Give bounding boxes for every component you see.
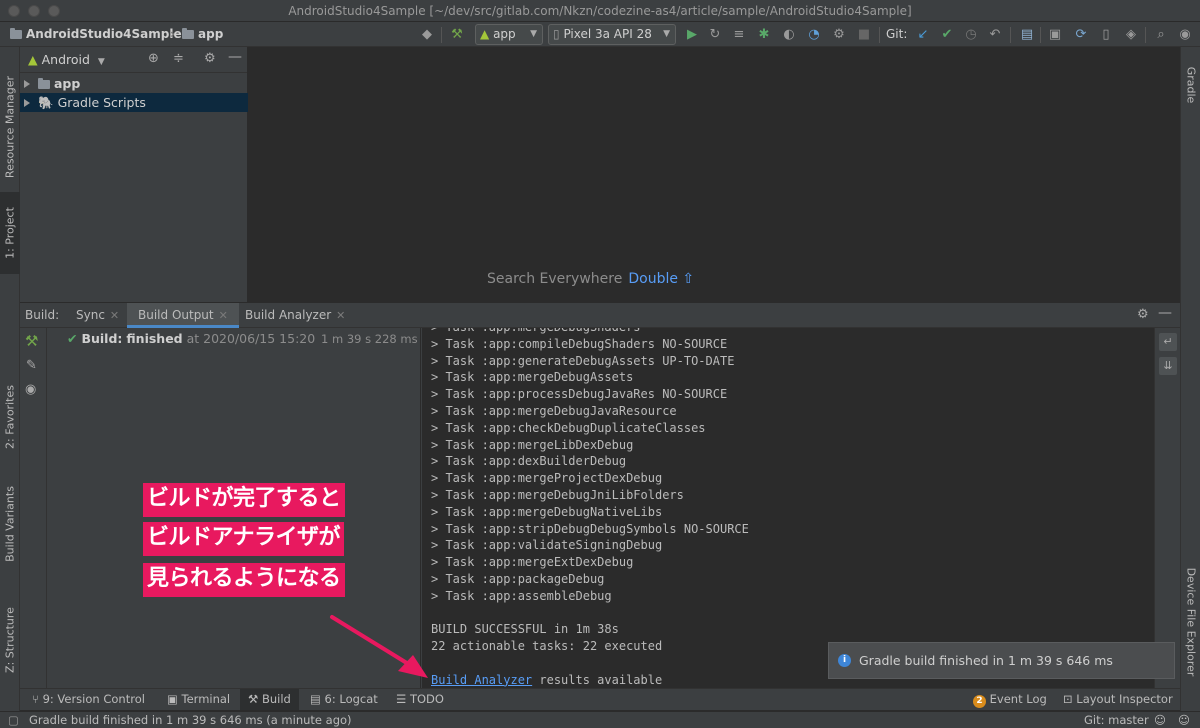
version-control-icon: ⑂ — [32, 692, 39, 706]
logcat-icon: ▤ — [310, 692, 321, 706]
hammer-icon: ⚒ — [248, 692, 259, 706]
terminal-icon: ▣ — [167, 692, 178, 706]
status-bar: ▢ Gradle build finished in 1 m 39 s 646 … — [0, 711, 1200, 728]
tab-event-log[interactable]: 2 Event Log — [973, 689, 1047, 710]
annotation-arrow — [330, 615, 428, 678]
layout-inspector-icon: ⊡ — [1063, 692, 1073, 706]
tab-layout-inspector[interactable]: ⊡ Layout Inspector — [1063, 689, 1173, 710]
list-icon: ☰ — [396, 692, 407, 706]
tab-version-control[interactable]: ⑂ 9: Version Control — [32, 689, 145, 710]
status-message[interactable]: Gradle build finished in 1 m 39 s 646 ms… — [29, 712, 352, 728]
event-count-badge: 2 — [973, 695, 986, 708]
memory-indicator-icon[interactable]: ☺ — [1178, 712, 1190, 728]
inspection-icon[interactable]: ☺ — [1154, 712, 1166, 728]
tab-build[interactable]: ⚒ Build — [240, 689, 299, 710]
tab-terminal[interactable]: ▣ Terminal — [167, 689, 230, 710]
tab-todo[interactable]: ☰ TODO — [396, 689, 444, 710]
toggle-tool-windows-icon[interactable]: ▢ — [8, 712, 19, 728]
git-branch[interactable]: Git: master — [1084, 712, 1149, 728]
tab-logcat[interactable]: ▤ 6: Logcat — [310, 689, 378, 710]
bottom-tool-stripe: ⑂ 9: Version Control ▣ Terminal ⚒ Build … — [20, 688, 1180, 710]
